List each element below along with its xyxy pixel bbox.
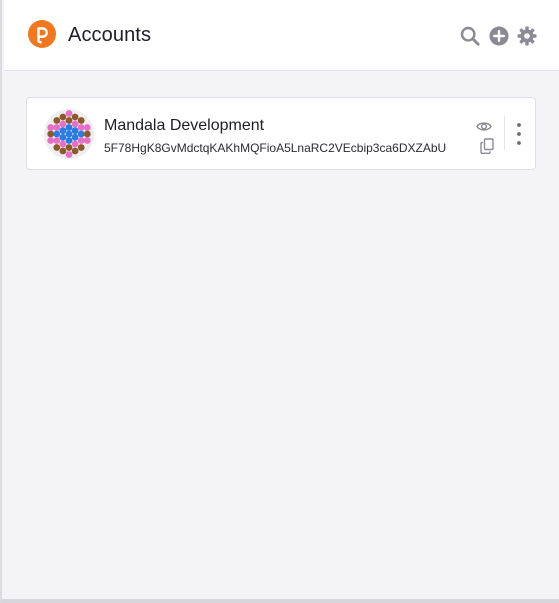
account-card[interactable]: Mandala Development 5F78HgK8GvMdctqKAKhM… bbox=[26, 97, 536, 170]
card-divider bbox=[504, 116, 505, 150]
eye-icon[interactable] bbox=[476, 120, 492, 133]
account-address: 5F78HgK8GvMdctqKAKhMQFioA5LnaRC2VEcbip3c… bbox=[104, 141, 447, 155]
search-icon[interactable] bbox=[460, 26, 480, 46]
copy-icon[interactable] bbox=[480, 138, 494, 154]
more-vertical-icon[interactable] bbox=[514, 122, 524, 146]
gear-icon[interactable] bbox=[517, 26, 537, 46]
header: Accounts bbox=[4, 0, 559, 71]
page-title: Accounts bbox=[68, 24, 152, 46]
account-identicon bbox=[44, 109, 94, 159]
account-name: Mandala Development bbox=[104, 117, 265, 134]
polkadot-logo-icon bbox=[28, 20, 56, 48]
app-window: Accounts Mandala Development 5F78HgK8GvM… bbox=[0, 0, 559, 603]
add-circle-icon[interactable] bbox=[489, 26, 509, 46]
